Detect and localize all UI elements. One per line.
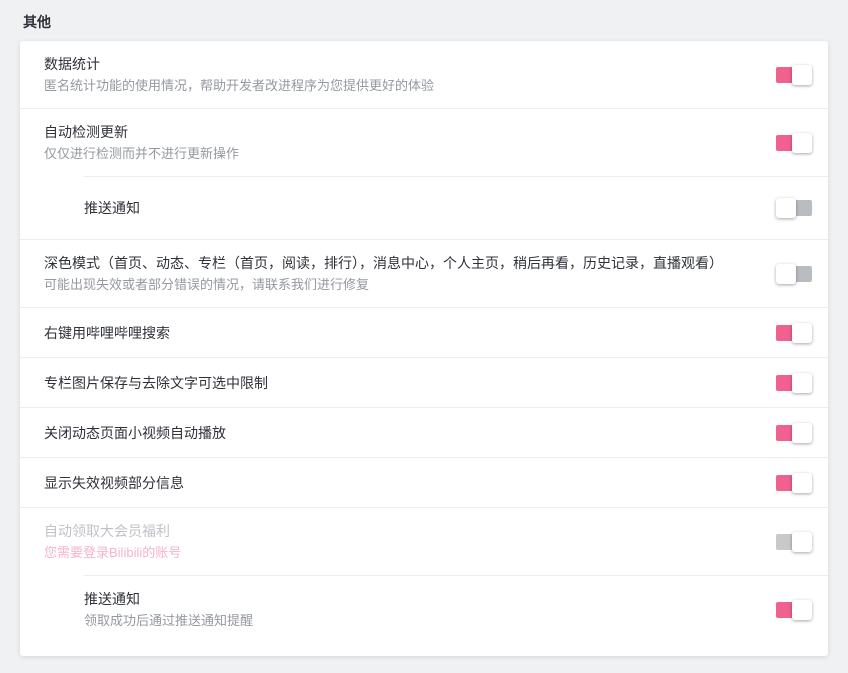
toggle-knob (792, 600, 812, 620)
setting-row: 推送通知 领取成功后通过推送通知提醒 (20, 576, 828, 643)
toggle-knob (792, 133, 812, 153)
toggle-switch[interactable] (776, 473, 812, 493)
toggle-switch[interactable] (776, 373, 812, 393)
setting-texts: 关闭动态页面小视频自动播放 (44, 423, 760, 443)
setting-row: 显示失效视频部分信息 (20, 458, 828, 507)
toggle-switch[interactable] (776, 264, 812, 284)
setting-subtitle: 匿名统计功能的使用情况，帮助开发者改进程序为您提供更好的体验 (44, 76, 760, 96)
setting-row: 自动检测更新 仅仅进行检测而并不进行更新操作 (20, 109, 828, 176)
setting-title: 显示失效视频部分信息 (44, 473, 760, 493)
setting-title: 深色模式（首页、动态、专栏（首页，阅读，排行），消息中心，个人主页，稍后再看，历… (44, 253, 760, 273)
toggle-knob (792, 473, 812, 493)
section-title: 其他 (23, 12, 848, 32)
setting-row: 右键用哔哩哔哩搜索 (20, 308, 828, 357)
setting-subtitle: 仅仅进行检测而并不进行更新操作 (44, 144, 760, 164)
setting-row: 关闭动态页面小视频自动播放 (20, 408, 828, 457)
setting-title: 推送通知 (84, 198, 760, 218)
toggle-knob (776, 264, 796, 284)
setting-texts: 推送通知 (84, 198, 760, 218)
setting-row: 自动领取大会员福利 您需要登录Bilibili的账号 (20, 508, 828, 575)
setting-texts: 自动领取大会员福利 您需要登录Bilibili的账号 (44, 521, 760, 563)
setting-subtitle: 您需要登录Bilibili的账号 (44, 543, 760, 563)
setting-texts: 数据统计 匿名统计功能的使用情况，帮助开发者改进程序为您提供更好的体验 (44, 54, 760, 96)
setting-title: 专栏图片保存与去除文字可选中限制 (44, 373, 760, 393)
setting-title: 数据统计 (44, 54, 760, 74)
settings-page: 其他 数据统计 匿名统计功能的使用情况，帮助开发者改进程序为您提供更好的体验 自… (0, 12, 848, 673)
setting-title: 自动领取大会员福利 (44, 521, 760, 541)
setting-row: 专栏图片保存与去除文字可选中限制 (20, 358, 828, 407)
toggle-knob (792, 423, 812, 443)
toggle-knob (792, 373, 812, 393)
toggle-switch[interactable] (776, 65, 812, 85)
setting-texts: 右键用哔哩哔哩搜索 (44, 323, 760, 343)
toggle-knob (792, 65, 812, 85)
setting-subtitle: 领取成功后通过推送通知提醒 (84, 611, 760, 631)
setting-texts: 专栏图片保存与去除文字可选中限制 (44, 373, 760, 393)
toggle-switch[interactable] (776, 133, 812, 153)
setting-row: 推送通知 (20, 177, 828, 239)
setting-title: 关闭动态页面小视频自动播放 (44, 423, 760, 443)
setting-subtitle: 可能出现失效或者部分错误的情况，请联系我们进行修复 (44, 275, 760, 295)
toggle-knob (792, 532, 812, 552)
setting-row: 深色模式（首页、动态、专栏（首页，阅读，排行），消息中心，个人主页，稍后再看，历… (20, 240, 828, 307)
toggle-switch (776, 532, 812, 552)
toggle-switch[interactable] (776, 600, 812, 620)
setting-texts: 自动检测更新 仅仅进行检测而并不进行更新操作 (44, 122, 760, 164)
toggle-switch[interactable] (776, 198, 812, 218)
toggle-switch[interactable] (776, 323, 812, 343)
setting-row: 数据统计 匿名统计功能的使用情况，帮助开发者改进程序为您提供更好的体验 (20, 41, 828, 108)
setting-texts: 显示失效视频部分信息 (44, 473, 760, 493)
setting-title: 自动检测更新 (44, 122, 760, 142)
setting-title: 右键用哔哩哔哩搜索 (44, 323, 760, 343)
settings-card: 数据统计 匿名统计功能的使用情况，帮助开发者改进程序为您提供更好的体验 自动检测… (20, 41, 828, 656)
toggle-knob (792, 323, 812, 343)
setting-title: 推送通知 (84, 589, 760, 609)
setting-texts: 推送通知 领取成功后通过推送通知提醒 (84, 589, 760, 631)
toggle-switch[interactable] (776, 423, 812, 443)
toggle-knob (776, 198, 796, 218)
setting-texts: 深色模式（首页、动态、专栏（首页，阅读，排行），消息中心，个人主页，稍后再看，历… (44, 253, 760, 295)
